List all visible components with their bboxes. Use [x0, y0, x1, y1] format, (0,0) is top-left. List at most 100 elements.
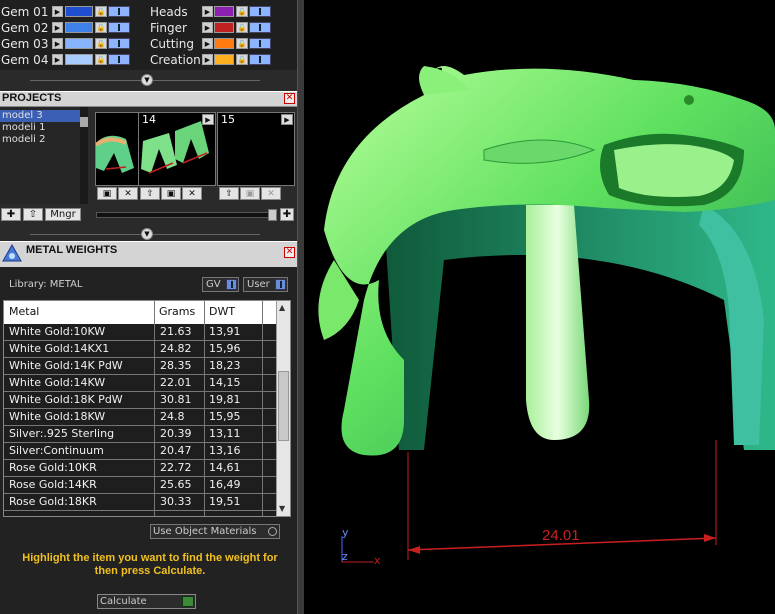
project-tile[interactable]: 15 ▶: [217, 112, 295, 186]
play-icon[interactable]: ▶: [281, 114, 293, 125]
layer-color-swatch[interactable]: [65, 6, 93, 17]
delete-icon[interactable]: ✕: [261, 187, 281, 200]
radio-icon[interactable]: [268, 527, 277, 536]
metal-weights-title: METAL WEIGHTS: [26, 244, 118, 256]
layer-row[interactable]: Heads ▶ 🔓: [150, 4, 271, 19]
layer-color-swatch[interactable]: [214, 6, 234, 17]
table-row[interactable]: Rose Gold:18KR 30.33 19,51: [4, 494, 277, 511]
scroll-down-icon[interactable]: ▼: [279, 504, 285, 513]
table-row[interactable]: Silver:Continuum 20.47 13,16: [4, 443, 277, 460]
layer-color-swatch[interactable]: [65, 22, 93, 33]
collapse-toggle-icon[interactable]: ▼: [141, 74, 153, 86]
layer-row[interactable]: Gem 03 ▶ 🔓: [0, 36, 130, 51]
play-icon[interactable]: ▶: [52, 38, 63, 49]
zoom-slider[interactable]: [96, 212, 276, 218]
use-object-materials-option[interactable]: Use Object Materials: [150, 524, 280, 539]
left-panel: Gem 01 ▶ 🔓 Gem 02 ▶ 🔓 Gem 03 ▶ 🔓 Gem 04 …: [0, 0, 297, 614]
add-icon[interactable]: ✚: [1, 208, 21, 221]
3d-viewport[interactable]: y z x 24.01: [304, 0, 775, 614]
ring-model: [318, 66, 775, 563]
play-icon[interactable]: ▶: [202, 114, 214, 125]
gv-toggle[interactable]: GV: [202, 277, 239, 292]
lock-icon[interactable]: 🔓: [95, 6, 107, 17]
upload-icon[interactable]: ⇧: [140, 187, 160, 200]
lock-icon[interactable]: 🔓: [95, 22, 107, 33]
toggle-icon[interactable]: [226, 279, 237, 290]
layer-row[interactable]: Gem 01 ▶ 🔓: [0, 4, 130, 19]
play-icon[interactable]: ▶: [52, 54, 63, 65]
table-row[interactable]: White Gold:10KW 21.63 13,91: [4, 324, 277, 341]
play-icon[interactable]: ▶: [202, 6, 213, 17]
table-row[interactable]: Rose Gold:10KR 22.72 14,61: [4, 460, 277, 477]
manager-button[interactable]: Mngr: [45, 208, 81, 221]
layer-color-swatch[interactable]: [214, 54, 234, 65]
scrollbar-thumb[interactable]: [278, 371, 289, 441]
column-header[interactable]: DWT: [209, 305, 235, 318]
lock-icon[interactable]: 🔓: [95, 54, 107, 65]
layer-color-swatch[interactable]: [65, 54, 93, 65]
visibility-toggle[interactable]: [249, 38, 271, 49]
visibility-toggle[interactable]: [249, 6, 271, 17]
play-icon[interactable]: ▶: [202, 54, 213, 65]
scrollbar-thumb[interactable]: [80, 117, 88, 127]
play-icon[interactable]: ▶: [52, 6, 63, 17]
metal-table[interactable]: Metal Grams DWT White Gold:10KW 21.63 13…: [3, 300, 291, 517]
calculate-button[interactable]: Calculate: [97, 594, 196, 609]
table-row[interactable]: Rose Gold:14KR 25.65 16,49: [4, 477, 277, 494]
layer-row[interactable]: Finger ▶ 🔓: [150, 20, 271, 35]
layer-color-swatch[interactable]: [65, 38, 93, 49]
table-row[interactable]: White Gold:14KX1 24.82 15,96: [4, 341, 277, 358]
play-icon[interactable]: [182, 596, 194, 607]
layer-row[interactable]: Gem 04 ▶ 🔓: [0, 52, 130, 67]
layer-color-swatch[interactable]: [214, 38, 234, 49]
slider-handle[interactable]: [268, 209, 277, 221]
visibility-toggle[interactable]: [108, 6, 130, 17]
save-icon[interactable]: ▣: [240, 187, 260, 200]
table-row[interactable]: Silver:.925 Sterling 20.39 13,11: [4, 426, 277, 443]
column-header[interactable]: Metal: [9, 305, 39, 318]
dwt-value: 15,95: [209, 410, 241, 423]
layer-row[interactable]: Cutting ▶ 🔓: [150, 36, 271, 51]
table-row[interactable]: White Gold:14KW 22.01 14,15: [4, 375, 277, 392]
lock-icon[interactable]: 🔓: [236, 6, 248, 17]
user-toggle[interactable]: User: [243, 277, 288, 292]
add-icon[interactable]: ✚: [280, 208, 294, 221]
table-row[interactable]: White Gold:18KW 24.8 15,95: [4, 409, 277, 426]
list-item[interactable]: modeli 2: [0, 134, 80, 146]
scroll-up-icon[interactable]: ▲: [279, 303, 285, 312]
toggle-icon[interactable]: [275, 279, 286, 290]
visibility-toggle[interactable]: [108, 22, 130, 33]
layer-row[interactable]: Gem 02 ▶ 🔓: [0, 20, 130, 35]
layer-row[interactable]: Creation ▶ 🔓: [150, 52, 271, 67]
play-icon[interactable]: ▶: [52, 22, 63, 33]
table-row[interactable]: White Gold:18K PdW 30.81 19,81: [4, 392, 277, 409]
visibility-toggle[interactable]: [249, 22, 271, 33]
lock-icon[interactable]: 🔓: [236, 54, 248, 65]
layer-color-swatch[interactable]: [214, 22, 234, 33]
lock-icon[interactable]: 🔓: [236, 38, 248, 49]
table-row[interactable]: White Gold:14K PdW 28.35 18,23: [4, 358, 277, 375]
visibility-toggle[interactable]: [108, 54, 130, 65]
table-row[interactable]: [4, 511, 277, 516]
delete-icon[interactable]: ✕: [118, 187, 138, 200]
lock-icon[interactable]: 🔓: [236, 22, 248, 33]
lock-icon[interactable]: 🔓: [95, 38, 107, 49]
scrollbar[interactable]: ▲ ▼: [276, 301, 290, 516]
project-list[interactable]: model 3 modeli 1 modeli 2: [0, 107, 88, 204]
upload-icon[interactable]: ⇧: [23, 208, 43, 221]
list-item[interactable]: model 3: [0, 110, 80, 122]
close-icon[interactable]: ✕: [284, 247, 295, 258]
project-tile[interactable]: 14 ▶: [138, 112, 216, 186]
list-item[interactable]: modeli 1: [0, 122, 80, 134]
save-icon[interactable]: ▣: [161, 187, 181, 200]
delete-icon[interactable]: ✕: [182, 187, 202, 200]
save-icon[interactable]: ▣: [97, 187, 117, 200]
visibility-toggle[interactable]: [108, 38, 130, 49]
close-icon[interactable]: ✕: [284, 93, 295, 104]
visibility-toggle[interactable]: [249, 54, 271, 65]
collapse-toggle-icon[interactable]: ▼: [141, 228, 153, 240]
column-header[interactable]: Grams: [159, 305, 195, 318]
play-icon[interactable]: ▶: [202, 22, 213, 33]
play-icon[interactable]: ▶: [202, 38, 213, 49]
upload-icon[interactable]: ⇧: [219, 187, 239, 200]
